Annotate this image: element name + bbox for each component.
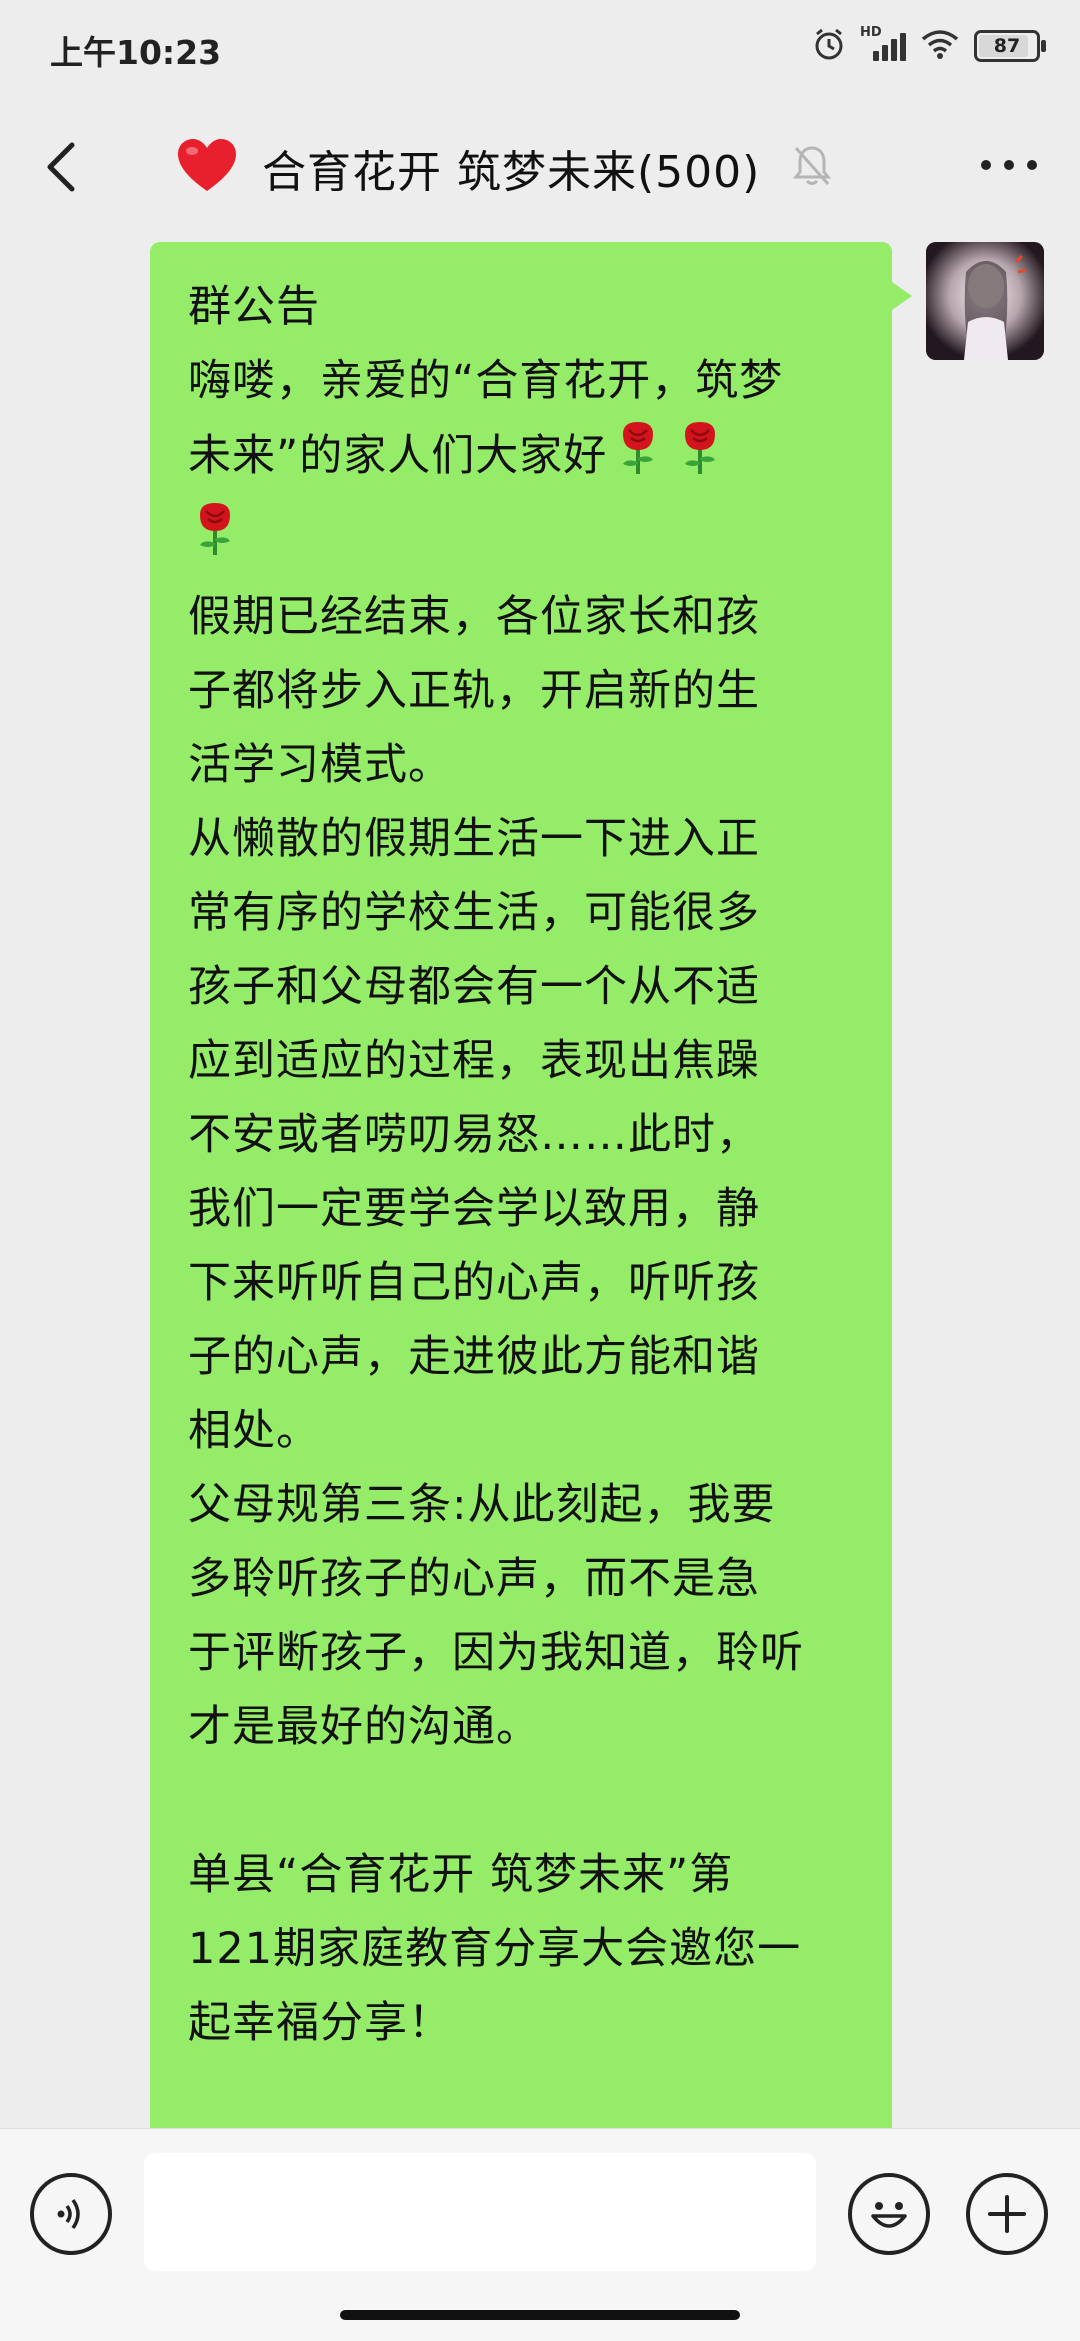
message-line: 子都将步入正轨，开启新的生	[188, 666, 760, 716]
mute-bell-icon	[792, 144, 832, 192]
message-line: 于评断孩子，因为我知道，聆听	[188, 1628, 804, 1678]
plus-button[interactable]	[966, 2173, 1048, 2255]
wifi-icon	[920, 28, 960, 64]
chat-title-area[interactable]: 合育花开 筑梦未来(500)	[176, 136, 832, 200]
voice-icon	[57, 2198, 80, 2230]
message-line: 假期已经结束，各位家长和孩	[188, 592, 760, 642]
message-line: 父母规第三条:从此刻起，我要	[188, 1480, 776, 1530]
more-button[interactable]	[974, 140, 1044, 190]
message-line	[188, 499, 854, 580]
voice-button[interactable]	[30, 2173, 112, 2255]
message-line: 未来”的家人们大家好	[188, 418, 854, 499]
message-line: 121期家庭教育分享大会邀您一	[188, 1924, 802, 1974]
more-icon	[981, 160, 1037, 170]
avatar[interactable]	[926, 242, 1044, 360]
chat-area[interactable]: 群公告 嗨喽，亲爱的“合育花开，筑梦 未来”的家人们大家好 假期已经结束，各位家…	[0, 242, 1080, 2130]
rose-emoji	[673, 418, 727, 499]
message-line: 活学习模式。	[188, 740, 452, 790]
message-line: 孩子和父母都会有一个从不适	[188, 962, 760, 1012]
status-time: 上午10:23	[50, 33, 222, 72]
emoji-button[interactable]	[848, 2173, 930, 2255]
message-line: 嗨喽，亲爱的“合育花开，筑梦	[188, 356, 784, 406]
message-line: 应到适应的过程，表现出焦躁	[188, 1036, 760, 1086]
message-line: 从懒散的假期生活一下进入正	[188, 814, 760, 864]
rose-emoji	[611, 418, 665, 499]
message-line: 起幸福分享！	[188, 1998, 452, 2048]
message-line: 群公告	[188, 282, 320, 332]
back-button[interactable]	[32, 132, 92, 202]
battery-level: 87	[993, 35, 1021, 57]
message-line: 相处。	[188, 1406, 320, 1456]
alarm-icon	[812, 27, 846, 65]
plus-icon	[988, 2195, 1026, 2233]
message-line: 我们一定要学会学以致用，静	[188, 1184, 760, 1234]
message-input[interactable]	[144, 2153, 816, 2271]
message-line: 不安或者唠叨易怒……此时，	[188, 1110, 760, 1160]
chat-header: 合育花开 筑梦未来(500)	[0, 96, 1080, 242]
message-line: 才是最好的沟通。	[188, 1702, 540, 1752]
heart-emoji	[176, 137, 238, 199]
chat-title: 合育花开 筑梦未来(500)	[262, 147, 761, 198]
message-bubble[interactable]: 群公告 嗨喽，亲爱的“合育花开，筑梦 未来”的家人们大家好 假期已经结束，各位家…	[150, 242, 912, 2130]
emoji-icon	[871, 2202, 907, 2228]
message-line: 单县“合育花开 筑梦未来”第	[188, 1850, 734, 1900]
rose-emoji	[188, 499, 242, 580]
battery-icon: 87	[974, 30, 1046, 62]
message-line: 常有序的学校生活，可能很多	[188, 888, 760, 938]
status-bar: 上午10:23 HD 87	[0, 0, 1080, 96]
back-icon	[47, 142, 75, 192]
message-line: 下来听听自己的心声，听听孩	[188, 1258, 760, 1308]
status-icons: HD 87	[812, 24, 1046, 68]
message-line: 多聆听孩子的心声，而不是急	[188, 1554, 760, 1604]
home-indicator[interactable]	[340, 2310, 740, 2320]
message-text: 未来”的家人们大家好	[188, 431, 608, 481]
signal-icon: HD	[860, 25, 906, 63]
message-line: 子的心声，走进彼此方能和谐	[188, 1332, 760, 1382]
